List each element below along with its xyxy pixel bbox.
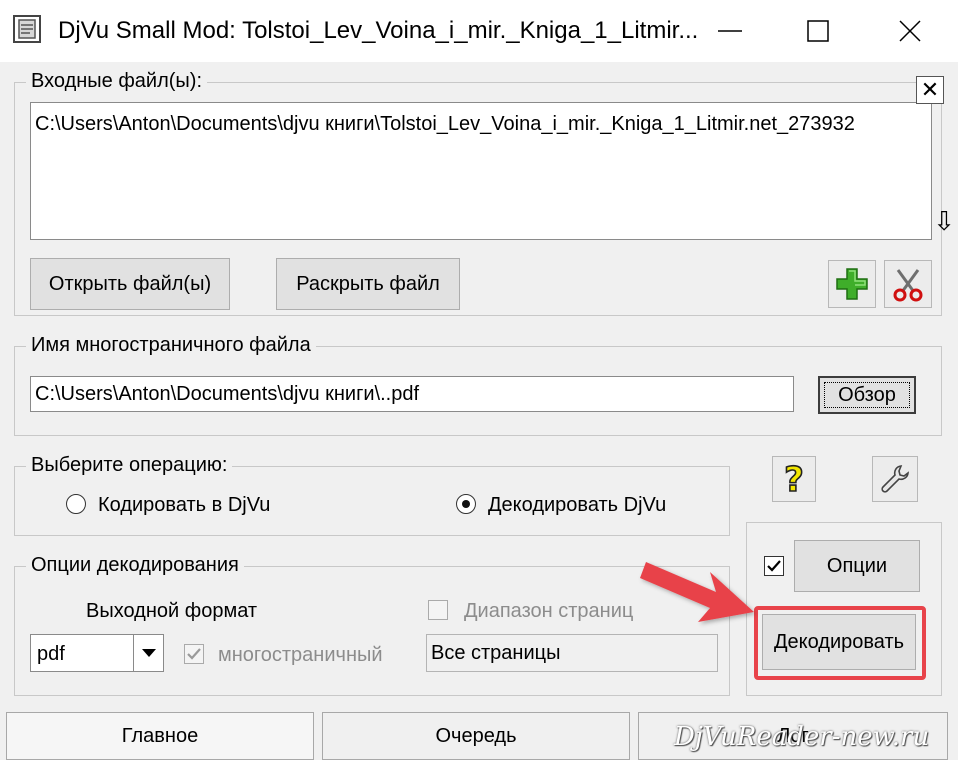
app-icon <box>12 14 42 44</box>
watermark: DjVuReader-new.ru <box>674 722 930 752</box>
chevron-down-icon[interactable] <box>133 635 163 671</box>
page-range-input[interactable] <box>426 634 718 672</box>
clear-list-button[interactable]: ✕ <box>916 76 944 104</box>
help-button[interactable]: ? <box>772 456 816 502</box>
decode-options-label: Опции декодирования <box>26 554 244 577</box>
decode-label[interactable]: Декодировать DjVu <box>488 494 666 517</box>
window-title: DjVu Small Mod: Tolstoi_Lev_Voina_i_mir.… <box>58 17 699 44</box>
maximize-icon <box>807 20 829 42</box>
decode-options-group <box>14 566 730 696</box>
decode-radio[interactable] <box>456 494 476 514</box>
remove-file-button[interactable] <box>884 260 932 308</box>
input-files-label: Входные файл(ы): <box>26 70 208 93</box>
close-icon <box>899 20 921 42</box>
plus-icon <box>836 268 868 300</box>
close-button[interactable] <box>866 0 954 62</box>
multipage-label: многостраничный <box>218 644 383 666</box>
close-icon: ✕ <box>920 77 940 102</box>
page-range-checkbox[interactable] <box>428 600 448 620</box>
maximize-button[interactable] <box>774 0 862 62</box>
arrow-icon <box>640 562 754 622</box>
format-label: Выходной формат <box>86 600 258 622</box>
expand-file-button[interactable]: Раскрыть файл <box>276 258 460 310</box>
checkmark-icon <box>187 648 201 660</box>
browse-button[interactable]: Обзор <box>818 376 916 414</box>
input-files-list[interactable]: C:\Users\Anton\Documents\djvu книги\Tols… <box>30 102 932 240</box>
tab-main[interactable]: Главное <box>6 712 314 760</box>
tab-queue[interactable]: Очередь <box>322 712 630 760</box>
minimize-icon <box>718 30 742 32</box>
options-button[interactable]: Опции <box>794 540 920 592</box>
scissors-icon <box>893 269 923 302</box>
settings-button[interactable] <box>872 456 918 502</box>
format-select[interactable]: pdf <box>30 634 164 672</box>
encode-radio[interactable] <box>66 494 86 514</box>
open-files-button[interactable]: Открыть файл(ы) <box>30 258 230 310</box>
options-checkbox[interactable] <box>764 556 784 576</box>
title-bar: DjVu Small Mod: Tolstoi_Lev_Voina_i_mir.… <box>0 0 958 62</box>
output-file-label: Имя многостраничного файла <box>26 334 316 357</box>
encode-label[interactable]: Кодировать в DjVu <box>98 494 270 517</box>
wrench-icon <box>881 465 909 493</box>
decode-highlight <box>754 606 926 680</box>
list-item[interactable]: C:\Users\Anton\Documents\djvu книги\Tols… <box>35 113 855 136</box>
scroll-down-icon[interactable]: ⇩ <box>932 206 956 236</box>
page-range-label: Диапазон страниц <box>464 600 634 622</box>
help-glyph: ? <box>784 461 804 497</box>
add-file-button[interactable] <box>828 260 876 308</box>
format-value: pdf <box>37 643 65 665</box>
help-icon: ? <box>783 461 804 497</box>
minimize-button[interactable] <box>686 0 774 62</box>
checkmark-icon <box>767 560 781 572</box>
output-file-input[interactable] <box>30 376 794 412</box>
operation-label: Выберите операцию: <box>26 454 233 477</box>
multipage-checkbox[interactable] <box>184 644 204 664</box>
